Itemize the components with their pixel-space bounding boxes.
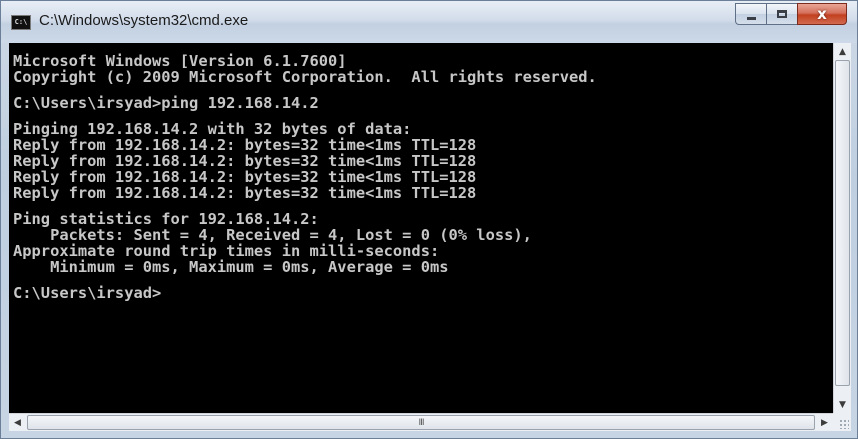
horizontal-scroll-thumb[interactable]: III <box>27 415 815 430</box>
minimize-button[interactable] <box>735 3 767 25</box>
console-line: Minimum = 0ms, Maximum = 0ms, Average = … <box>13 258 449 276</box>
console-line: Copyright (c) 2009 Microsoft Corporation… <box>13 68 597 86</box>
console-line: Microsoft Windows [Version 6.1.7600] <box>13 52 347 70</box>
title-bar[interactable]: C:\ C:\Windows\system32\cmd.exe x <box>1 1 857 43</box>
console-line: Reply from 192.168.14.2: bytes=32 time<1… <box>13 184 477 202</box>
cmd-icon[interactable]: C:\ <box>11 15 31 30</box>
console-line: Reply from 192.168.14.2: bytes=32 time<1… <box>13 152 477 170</box>
scroll-down-icon[interactable]: ▼ <box>834 396 851 413</box>
thumb-grip-icon: III <box>418 417 425 428</box>
resize-grip-icon <box>839 419 849 429</box>
console-line: Pinging 192.168.14.2 with 32 bytes of da… <box>13 120 412 138</box>
size-grip[interactable] <box>833 413 851 431</box>
minimize-icon <box>746 16 756 20</box>
maximize-icon <box>777 10 787 18</box>
vertical-scroll-thumb[interactable] <box>835 60 850 386</box>
scroll-right-icon[interactable]: ▶ <box>816 414 833 431</box>
scroll-up-icon[interactable]: ▲ <box>834 43 851 60</box>
console-output[interactable]: Microsoft Windows [Version 6.1.7600] Copy… <box>9 43 833 413</box>
maximize-button[interactable] <box>766 3 798 25</box>
console-line: Reply from 192.168.14.2: bytes=32 time<1… <box>13 136 477 154</box>
console-line: Approximate round trip times in milli-se… <box>13 242 440 260</box>
scroll-left-icon[interactable]: ◀ <box>9 414 26 431</box>
window-controls: x <box>735 3 847 25</box>
console-text: Microsoft Windows [Version 6.1.7600] Copy… <box>9 43 833 301</box>
close-icon: x <box>817 4 827 23</box>
console-line: C:\Users\irsyad> <box>13 284 162 302</box>
horizontal-scrollbar[interactable]: ◀ III ▶ <box>9 413 833 431</box>
console-line: C:\Users\irsyad>ping 192.168.14.2 <box>13 94 319 112</box>
cmd-window: C:\ C:\Windows\system32\cmd.exe x Micros… <box>0 0 858 439</box>
console-line: Ping statistics for 192.168.14.2: <box>13 210 319 228</box>
console-line: Reply from 192.168.14.2: bytes=32 time<1… <box>13 168 477 186</box>
close-button[interactable]: x <box>797 3 847 25</box>
vertical-scrollbar[interactable]: ▲ ▼ <box>833 43 851 413</box>
window-title: C:\Windows\system32\cmd.exe <box>39 12 249 29</box>
console-line: Packets: Sent = 4, Received = 4, Lost = … <box>13 226 532 244</box>
